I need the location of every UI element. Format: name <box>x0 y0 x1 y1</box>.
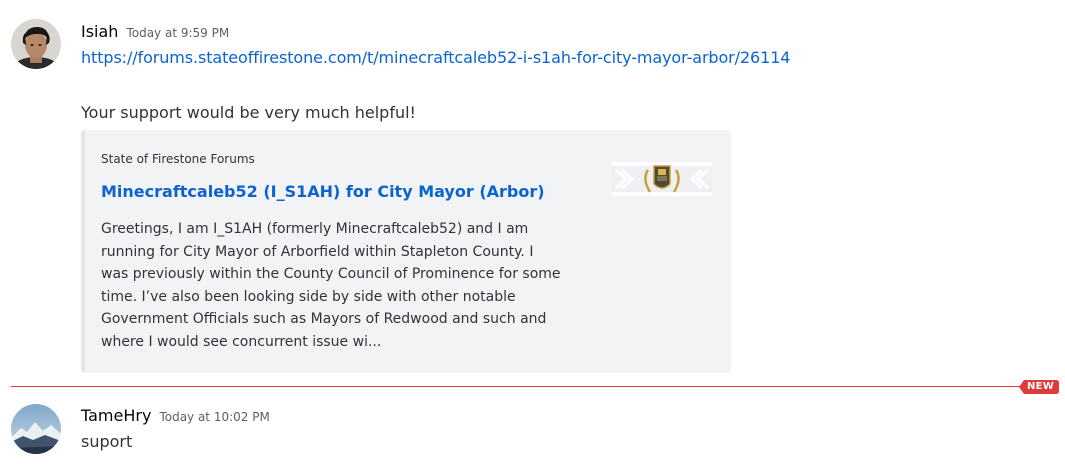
link-embed: State of Firestone Forums Minecraftcaleb… <box>81 130 731 373</box>
message-text: Your support would be very much helpful! <box>81 103 416 122</box>
embed-description: Greetings, I am I_S1AH (formerly Minecra… <box>101 218 591 353</box>
new-badge-label: NEW <box>1027 381 1055 392</box>
embed-provider[interactable]: State of Firestone Forums <box>101 152 255 166</box>
new-badge: NEW <box>1019 380 1059 394</box>
author-name[interactable]: TameHry <box>81 406 151 425</box>
timestamp[interactable]: Today at 10:02 PM <box>159 410 269 424</box>
forum-link[interactable]: https://forums.stateoffirestone.com/t/mi… <box>81 48 790 67</box>
embed-description-line: where I would see concurrent issue wi... <box>101 333 382 350</box>
message-text: suport <box>81 432 133 451</box>
avatar-isiah-image <box>11 19 61 69</box>
embed-description-line: Greetings, I am I_S1AH (formerly Minecra… <box>101 221 529 237</box>
message-isiah: Isiah Today at 9:59 PM https://forums.sta… <box>0 0 1065 380</box>
embed-thumbnail[interactable] <box>612 162 712 196</box>
author-name[interactable]: Isiah <box>81 22 118 41</box>
avatar-isiah[interactable] <box>11 19 61 69</box>
timestamp[interactable]: Today at 9:59 PM <box>126 26 229 40</box>
embed-title[interactable]: Minecraftcaleb52 (I_S1AH) for City Mayor… <box>101 182 545 201</box>
embed-description-line: time. I’ve also been looking side by sid… <box>101 288 516 305</box>
message-tamehry: TameHry Today at 10:02 PM suport <box>0 395 1065 475</box>
new-messages-divider <box>11 386 1021 387</box>
message-header: TameHry Today at 10:02 PM <box>81 406 270 425</box>
embed-description-line: Government Officials such as Mayors of R… <box>101 311 547 327</box>
embed-description-line: was previously within the County Council… <box>101 266 561 282</box>
avatar-tamehry-image <box>11 404 61 454</box>
avatar-tamehry[interactable] <box>11 404 61 454</box>
embed-description-line: running for City Mayor of Arborfield wit… <box>101 243 534 260</box>
crest-laurel-icon <box>612 162 712 196</box>
message-header: Isiah Today at 9:59 PM <box>81 22 229 41</box>
